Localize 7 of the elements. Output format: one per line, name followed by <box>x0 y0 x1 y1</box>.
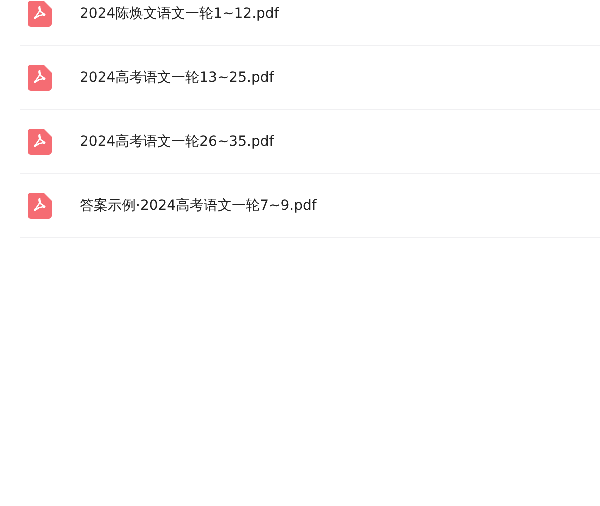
file-name[interactable]: 2024高考语文一轮26~35.pdf <box>80 132 274 150</box>
file-name[interactable]: 2024高考语文一轮13~25.pdf <box>80 68 274 86</box>
pdf-file-icon <box>28 192 52 218</box>
file-name[interactable]: 答案示例·2024高考语文一轮7~9.pdf <box>80 196 317 214</box>
pdf-file-icon <box>28 128 52 154</box>
pdf-file-icon <box>28 64 52 90</box>
file-name[interactable]: 2024陈焕文语文一轮1~12.pdf <box>80 4 280 22</box>
